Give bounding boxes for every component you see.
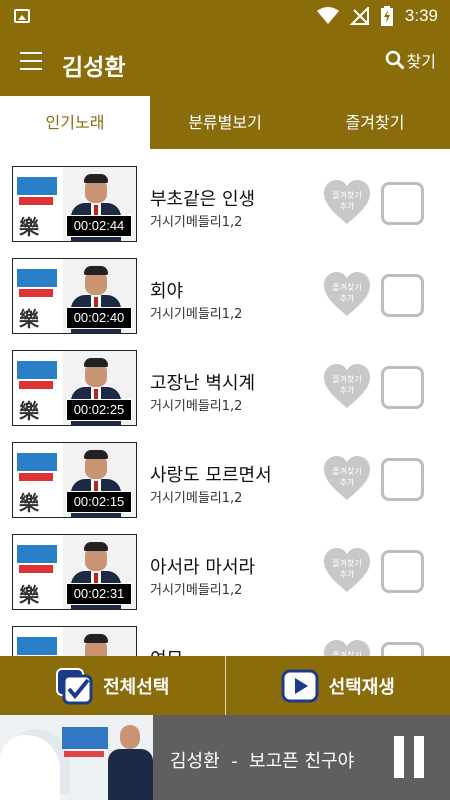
song-row[interactable]: 樂 00:02:25 고장난 벽시계 거시기메들리1,2 즐겨찾기 추가 [0, 333, 450, 426]
song-checkbox[interactable] [381, 366, 424, 409]
battery-charging-icon [380, 6, 393, 26]
now-playing-bar[interactable]: 김성환 - 보고픈 친구야 [0, 715, 450, 800]
menu-icon[interactable] [20, 52, 42, 70]
play-selected-button[interactable]: 선택재생 [224, 656, 450, 715]
select-all-button[interactable]: 전체선택 [0, 656, 225, 715]
status-bar: 3:39 [0, 0, 450, 32]
song-row[interactable]: 樂 00:02:40 회야 거시기메들리1,2 즐겨찾기 추가 [0, 241, 450, 334]
add-favorite-button[interactable]: 즐겨찾기추가 [323, 272, 371, 318]
favorite-label: 즐겨찾기추가 [332, 467, 362, 487]
song-checkbox[interactable] [381, 182, 424, 225]
play-selected-label: 선택재생 [328, 676, 395, 698]
song-row[interactable]: 樂 여모 즐겨찾기추가 [0, 609, 450, 656]
song-checkbox[interactable] [381, 274, 424, 317]
song-album: 거시기메들리1,2 [150, 583, 243, 598]
song-duration: 00:02:15 [66, 491, 132, 513]
app-title: 김성환 [62, 55, 126, 81]
song-row[interactable]: 樂 00:02:15 사랑도 모르면서 거시기메들리1,2 즐겨찾기 추가 [0, 425, 450, 518]
status-time: 3:39 [404, 6, 438, 25]
song-row[interactable]: 樂 00:02:44 부초같은 인생 거시기메들리1,2 즐겨찾기 추가 [0, 149, 450, 242]
song-title: 회야 [150, 281, 184, 302]
tab-popular[interactable]: 인기노래 [0, 96, 150, 149]
song-thumbnail: 樂 00:02:44 [12, 166, 137, 242]
bottom-action-bar: 전체선택 선택재생 [0, 656, 450, 715]
song-thumbnail: 樂 00:02:25 [12, 350, 137, 426]
song-title: 사랑도 모르면서 [150, 465, 272, 486]
tab-favorites[interactable]: 즐겨찾기 [300, 96, 450, 149]
image-notification-icon [14, 9, 30, 23]
song-title: 아서라 마서라 [150, 557, 256, 578]
search-label: 찾기 [406, 52, 436, 71]
favorite-label: 즐겨찾기추가 [332, 375, 362, 395]
select-all-icon [56, 667, 93, 704]
song-title: 여모 [150, 645, 183, 656]
app-bar: 김성환 찾기 [0, 32, 450, 96]
song-duration: 00:02:40 [66, 307, 132, 329]
favorite-label: 즐겨찾기추가 [332, 559, 362, 579]
tab-bar: 인기노래 분류별보기 즐겨찾기 [0, 96, 450, 149]
song-thumbnail: 樂 00:02:31 [12, 534, 137, 610]
system-icons: 3:39 [316, 0, 450, 32]
song-duration: 00:02:44 [66, 215, 132, 237]
no-signal-icon [349, 7, 369, 25]
add-favorite-button[interactable]: 즐겨찾기추가 [323, 548, 371, 594]
add-favorite-button[interactable]: 즐겨찾기추가 [323, 180, 371, 226]
add-favorite-button[interactable]: 즐겨찾기추가 [323, 456, 371, 502]
song-album: 거시기메들리1,2 [150, 215, 243, 230]
song-checkbox[interactable] [381, 458, 424, 501]
pause-icon[interactable] [394, 736, 424, 778]
add-favorite-button[interactable]: 즐겨찾기추가 [323, 640, 371, 656]
search-icon [385, 50, 405, 70]
song-title: 고장난 벽시계 [150, 373, 256, 394]
tab-category[interactable]: 분류별보기 [150, 96, 300, 149]
song-duration: 00:02:31 [66, 583, 132, 605]
song-thumbnail: 樂 00:02:40 [12, 258, 137, 334]
song-checkbox[interactable] [381, 550, 424, 593]
song-list: 樂 00:02:44 부초같은 인생 거시기메들리1,2 즐겨찾기 추가 樂 00… [0, 149, 450, 656]
song-title: 부초같은 인생 [150, 189, 256, 210]
play-icon [281, 669, 319, 702]
song-row[interactable]: 樂 00:02:31 아서라 마서라 거시기메들리1,2 즐겨찾기 추가 [0, 517, 450, 610]
song-duration: 00:02:25 [66, 399, 132, 421]
favorite-label: 즐겨찾기추가 [332, 283, 362, 303]
album-art [0, 715, 153, 800]
song-album: 거시기메들리1,2 [150, 491, 243, 506]
wifi-icon [316, 7, 339, 24]
song-thumbnail: 樂 [12, 626, 137, 656]
search-button[interactable]: 찾기 [385, 48, 436, 72]
favorite-label: 즐겨찾기추가 [332, 191, 362, 211]
now-playing-title: 김성환 - 보고픈 친구야 [170, 751, 355, 772]
song-album: 거시기메들리1,2 [150, 399, 243, 414]
select-all-label: 전체선택 [103, 676, 170, 698]
song-thumbnail: 樂 00:02:15 [12, 442, 137, 518]
song-checkbox[interactable] [381, 642, 424, 656]
add-favorite-button[interactable]: 즐겨찾기추가 [323, 364, 371, 410]
song-album: 거시기메들리1,2 [150, 307, 243, 322]
